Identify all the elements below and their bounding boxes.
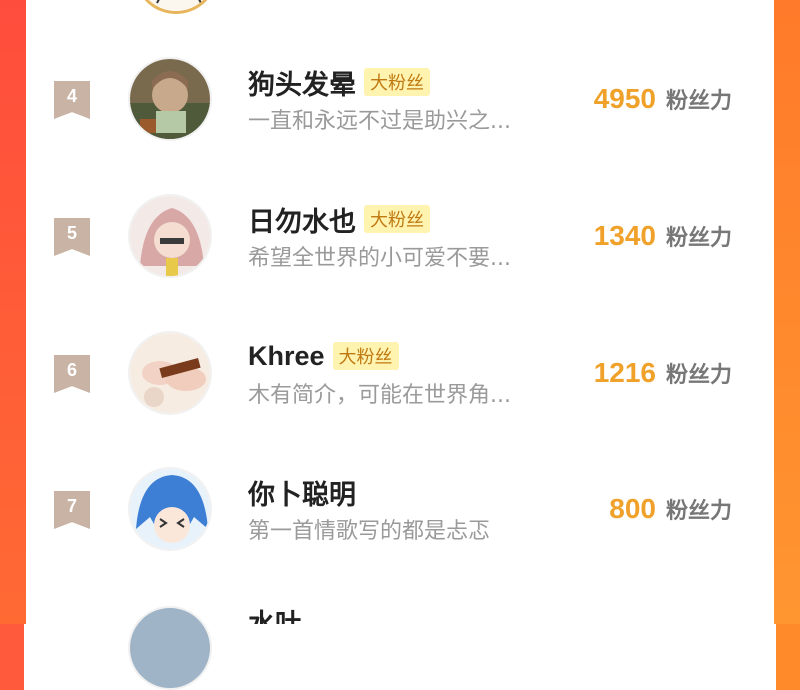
rank-number: 4 [66,86,77,106]
user-bio: 希望全世界的小可爱不要... [248,246,511,271]
user-name[interactable]: 日勿水也 [248,200,356,239]
rank-flag-icon: 4 [54,81,90,119]
fan-power-count: 800 [609,493,656,524]
fan-power: 1216 粉丝力 [594,357,732,389]
name-line: 你卜聪明 [248,473,356,512]
fan-power-label: 粉丝力 [665,363,732,388]
list-item[interactable]: 4 狗头发晕 大粉丝 一直和永远不过是助兴之... 4950 粉丝力 [26,57,774,157]
right-gradient-border [774,0,800,624]
left-gradient-border [0,0,26,624]
fan-power: 4950 粉丝力 [594,83,732,115]
user-bio: 一直和永远不过是助兴之... [248,109,511,134]
user-bio: 木有简介，可能在世界角... [248,383,511,408]
name-line: Khree 大粉丝 [248,339,399,373]
avatar[interactable] [128,331,212,415]
user-name[interactable]: Khree [248,341,325,372]
rank-flag-icon: 6 [54,355,90,393]
fan-level-badge: 大粉丝 [332,342,399,370]
list-item[interactable]: 6 Khree 大粉丝 木有简介，可能在世界角... 1216 粉丝力 [26,331,774,431]
rank-number: 7 [66,496,77,516]
user-name[interactable]: 你卜聪明 [248,473,356,512]
avatar[interactable] [128,57,212,141]
list-item[interactable]: 7 你卜聪明 第一首情歌写的都是忐忑 800 粉丝力 [26,467,774,567]
list-item[interactable]: 5 日勿水也 大粉丝 希望全世界的小可爱不要... 1340 粉丝力 [26,194,774,294]
name-line: 狗头发晕 大粉丝 [248,63,430,102]
fan-power-count: 1216 [593,357,656,388]
rank-number: 5 [66,223,77,243]
rank-number: 6 [66,360,77,380]
user-name-partial[interactable]: 水吐 [248,602,302,624]
fan-level-badge: 大粉丝 [364,68,430,96]
user-bio: 第一首情歌写的都是忐忑 [248,519,491,544]
fan-power-label: 粉丝力 [665,226,732,251]
avatar-partial-top[interactable] [134,0,218,14]
avatar[interactable] [128,467,212,551]
fan-power-count: 1340 [593,220,656,251]
fan-power-label: 粉丝力 [665,89,732,114]
avatar-partial-bottom[interactable] [128,606,212,690]
avatar[interactable] [128,194,212,278]
fan-ranking-list: 4 狗头发晕 大粉丝 一直和永远不过是助兴之... 4950 粉丝力 5 日勿水… [26,0,774,690]
fan-power: 1340 粉丝力 [594,220,732,252]
name-line: 日勿水也 大粉丝 [248,200,430,239]
fan-power-count: 4950 [593,83,656,114]
fan-level-badge: 大粉丝 [364,205,430,233]
rank-flag-icon: 5 [54,218,90,256]
user-name[interactable]: 狗头发晕 [248,63,356,102]
fan-power-label: 粉丝力 [665,499,732,524]
rank-flag-icon: 7 [54,491,90,529]
fan-power: 800 粉丝力 [609,493,732,525]
